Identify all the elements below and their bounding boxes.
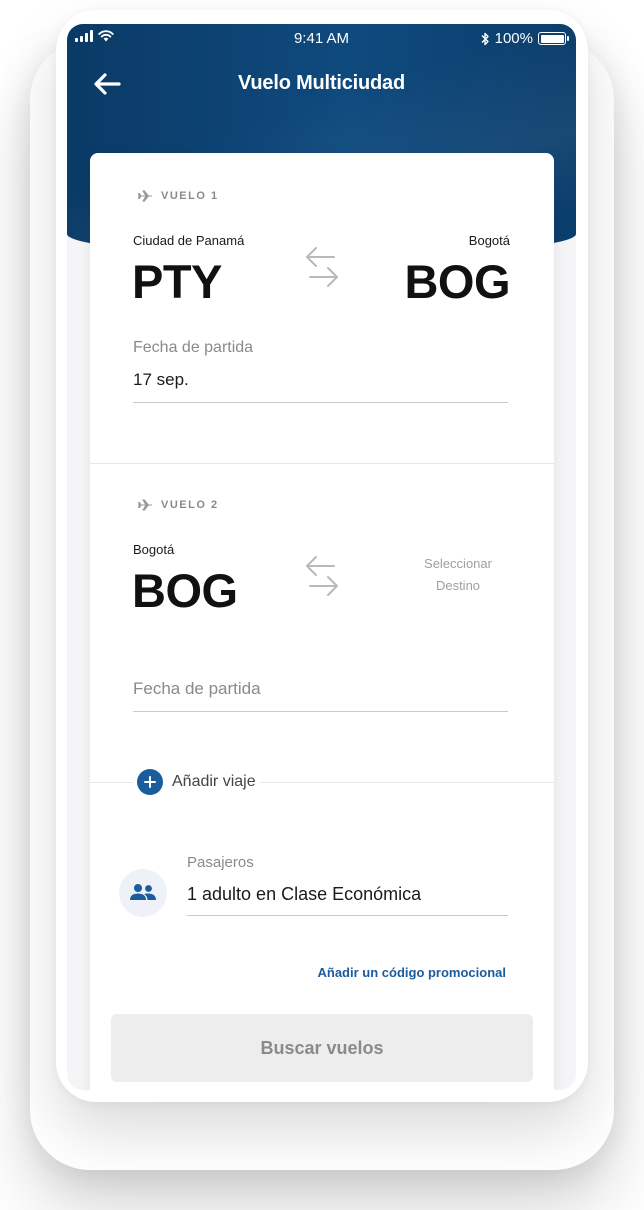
flight-2-origin-code[interactable]: BOG bbox=[132, 563, 238, 618]
battery-percent: 100% bbox=[494, 30, 533, 47]
passengers-label: Pasajeros bbox=[187, 854, 254, 871]
select-destination-line2: Destino bbox=[435, 578, 481, 593]
swap-icon[interactable] bbox=[302, 552, 342, 600]
flight-1-destination-city: Bogotá bbox=[468, 233, 510, 248]
flight-2-title: VUELO 2 bbox=[161, 499, 219, 511]
flight-1-date-underline bbox=[133, 402, 508, 403]
status-bar: 9:41 AM 100% bbox=[67, 28, 576, 50]
flight-2-date-underline bbox=[133, 711, 508, 712]
flight-1-date-label: Fecha de partida bbox=[133, 339, 254, 356]
nav-bar: Vuelo Multiciudad bbox=[67, 64, 576, 104]
status-right: 100% bbox=[480, 30, 569, 47]
phone-screen: 9:41 AM 100% Vuelo Multiciudad VUELO 1 C… bbox=[67, 24, 576, 1090]
flight-1-destination-code[interactable]: BOG bbox=[404, 254, 510, 309]
flight-1-origin-city: Ciudad de Panamá bbox=[133, 233, 245, 248]
flight-1-origin-code[interactable]: PTY bbox=[132, 254, 222, 309]
flight-2-date-field[interactable]: Fecha de partida bbox=[133, 679, 261, 699]
battery-icon bbox=[538, 32, 569, 45]
flight-2-label: VUELO 2 bbox=[137, 499, 219, 511]
swap-icon[interactable] bbox=[302, 243, 342, 291]
add-trip-label: Añadir viaje bbox=[172, 773, 256, 790]
add-trip-button[interactable]: Añadir viaje bbox=[133, 769, 260, 795]
flight-2-origin-city: Bogotá bbox=[133, 542, 175, 557]
flight-2-select-destination[interactable]: Seleccionar Destino bbox=[403, 553, 513, 597]
section-divider bbox=[90, 463, 554, 464]
passengers-icon bbox=[119, 869, 167, 917]
search-flights-button[interactable]: Buscar vuelos bbox=[111, 1014, 533, 1082]
promo-code-link[interactable]: Añadir un código promocional bbox=[318, 965, 507, 980]
users-icon bbox=[130, 884, 156, 900]
search-card: VUELO 1 Ciudad de Panamá PTY Bogotá BOG … bbox=[90, 153, 554, 1090]
flight-1-label: VUELO 1 bbox=[137, 190, 219, 202]
select-destination-line1: Seleccionar bbox=[424, 556, 492, 571]
passengers-field[interactable]: 1 adulto en Clase Económica bbox=[187, 884, 421, 905]
passengers-underline bbox=[187, 915, 508, 916]
plus-circle-icon bbox=[137, 769, 163, 795]
flight-1-date-field[interactable]: 17 sep. bbox=[133, 370, 189, 390]
page-title: Vuelo Multiciudad bbox=[238, 72, 405, 94]
flight-1-title: VUELO 1 bbox=[161, 190, 219, 202]
plane-icon bbox=[137, 499, 152, 511]
plane-icon bbox=[137, 190, 152, 202]
bluetooth-icon bbox=[481, 32, 489, 45]
